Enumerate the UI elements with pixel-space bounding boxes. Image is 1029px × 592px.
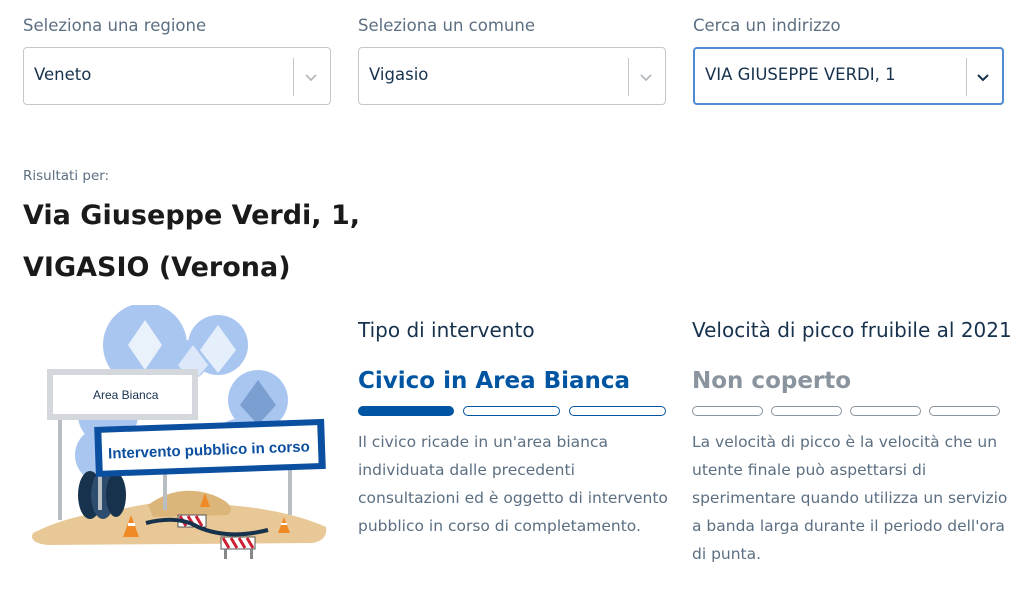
velocita-heading: Velocità di picco fruibile al 2021 bbox=[692, 318, 1012, 342]
intervento-value: Civico in Area Bianca bbox=[358, 368, 631, 394]
results-title: Via Giuseppe Verdi, 1, VIGASIO (Verona) bbox=[23, 190, 423, 294]
comune-label: Seleziona un comune bbox=[358, 16, 535, 35]
address-search-input[interactable]: VIA GIUSEPPE VERDI, 1 bbox=[693, 47, 1004, 105]
results-title-line2: VIGASIO (Verona) bbox=[23, 252, 291, 283]
intervento-sign: Intervento pubblico in corso bbox=[94, 418, 326, 477]
area-bianca-sign-text: Area Bianca bbox=[93, 388, 159, 402]
progress-segment bbox=[358, 406, 454, 416]
results-title-line1: Via Giuseppe Verdi, 1, bbox=[23, 200, 361, 231]
velocita-value: Non coperto bbox=[692, 368, 852, 394]
select-separator bbox=[966, 58, 967, 96]
progress-segment bbox=[850, 406, 921, 416]
region-select-value: Veneto bbox=[34, 65, 92, 84]
progress-segment bbox=[463, 406, 560, 416]
intervento-heading: Tipo di intervento bbox=[358, 318, 535, 342]
intervento-progress bbox=[358, 406, 666, 416]
progress-segment bbox=[692, 406, 763, 416]
select-separator bbox=[628, 58, 629, 96]
progress-segment bbox=[929, 406, 1000, 416]
chevron-down-icon[interactable] bbox=[304, 70, 318, 84]
comune-select-value: Vigasio bbox=[369, 65, 429, 84]
velocita-progress bbox=[692, 406, 1000, 416]
chevron-down-icon[interactable] bbox=[976, 70, 990, 84]
intervento-description: Il civico ricade in un'area bianca indiv… bbox=[358, 433, 668, 535]
region-select[interactable]: Veneto bbox=[23, 47, 331, 105]
intervento-illustration: Area Bianca Intervento pubblico in corso bbox=[28, 303, 333, 570]
velocita-description: La velocità di picco è la velocità che u… bbox=[692, 433, 1008, 563]
progress-segment bbox=[771, 406, 842, 416]
intervento-section: Tipo di intervento Civico in Area Bianca… bbox=[358, 318, 668, 535]
velocita-section: Velocità di picco fruibile al 2021 Non c… bbox=[692, 318, 1012, 563]
progress-segment bbox=[569, 406, 666, 416]
results-label: Risultati per: bbox=[23, 168, 110, 184]
select-separator bbox=[293, 58, 294, 96]
comune-select[interactable]: Vigasio bbox=[358, 47, 666, 105]
area-bianca-sign: Area Bianca bbox=[47, 369, 198, 420]
chevron-down-icon[interactable] bbox=[639, 70, 653, 84]
address-input-value: VIA GIUSEPPE VERDI, 1 bbox=[705, 65, 896, 84]
address-label: Cerca un indirizzo bbox=[693, 16, 841, 35]
region-label: Seleziona una regione bbox=[23, 16, 207, 35]
